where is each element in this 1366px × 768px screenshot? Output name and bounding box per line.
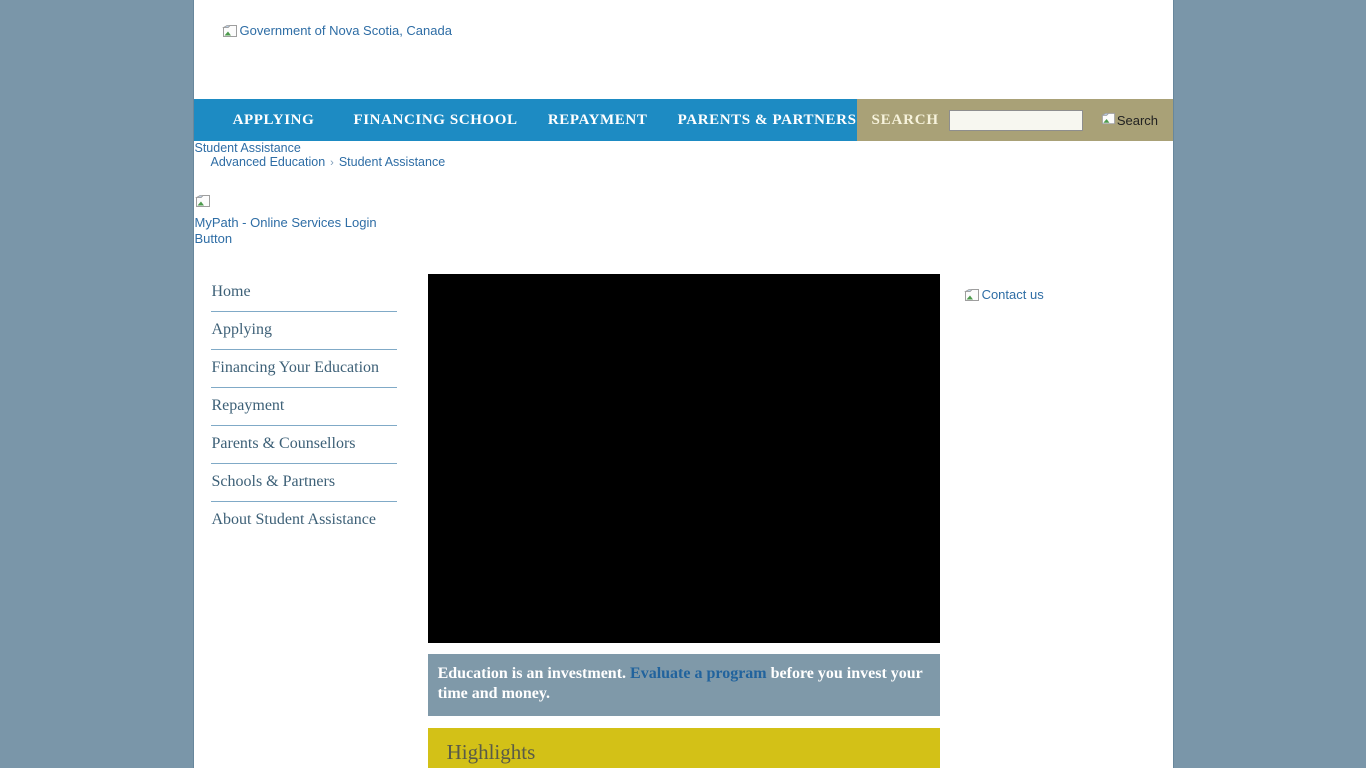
investment-banner: Education is an investment. Evaluate a p…: [428, 654, 940, 716]
sidebar-item-schools-partners[interactable]: Schools & Partners: [211, 464, 397, 502]
search-submit-button[interactable]: Search: [1101, 111, 1158, 129]
banner-text-before: Education is an investment.: [438, 665, 630, 682]
government-logo-link[interactable]: Government of Nova Scotia, Canada: [222, 23, 452, 43]
breadcrumb-student-assistance[interactable]: Student Assistance: [339, 155, 445, 169]
nav-item-parents-partners[interactable]: PARENTS & PARTNERS: [678, 99, 857, 141]
highlights-section: Highlights: [428, 728, 940, 768]
contact-us-alt-text: Contact us: [982, 287, 1044, 303]
right-column: Contact us: [964, 274, 1173, 308]
nav-item-financing-school[interactable]: FINANCING SCHOOL: [353, 99, 517, 141]
site-title-link[interactable]: Student Assistance: [195, 142, 301, 155]
search-input[interactable]: [949, 110, 1083, 131]
search-bar: SEARCH Search: [857, 99, 1173, 141]
highlights-title: Highlights: [438, 728, 929, 768]
search-button-alt-text: Search: [1117, 113, 1158, 128]
site-header: Government of Nova Scotia, Canada: [194, 0, 1173, 99]
government-logo-alt-text: Government of Nova Scotia, Canada: [240, 23, 452, 39]
breadcrumb: Student Assistance Advanced Education › St…: [194, 141, 1173, 170]
evaluate-program-link[interactable]: Evaluate a program: [630, 665, 767, 682]
center-column: Education is an investment. Evaluate a p…: [428, 274, 940, 768]
sidebar-item-parents-counsellors[interactable]: Parents & Counsellors: [211, 426, 397, 464]
sidebar-item-about-student-assistance[interactable]: About Student Assistance: [211, 502, 397, 539]
sidebar-item-home[interactable]: Home: [211, 274, 397, 312]
main-content: Home Applying Financing Your Education R…: [194, 274, 1173, 768]
mypath-login-link[interactable]: MyPath - Online Services Login Button: [195, 193, 400, 247]
breadcrumb-separator: ›: [330, 157, 334, 169]
broken-image-icon: [195, 193, 211, 213]
nav-item-repayment[interactable]: REPAYMENT: [518, 99, 678, 141]
breadcrumb-advanced-education[interactable]: Advanced Education: [211, 155, 326, 169]
search-label: SEARCH: [872, 112, 939, 129]
contact-us-link[interactable]: Contact us: [964, 287, 1044, 307]
page-wrapper: Government of Nova Scotia, Canada APPLYI…: [193, 0, 1174, 768]
main-navbar: APPLYING FINANCING SCHOOL REPAYMENT PARE…: [194, 99, 1173, 141]
sidebar-item-applying[interactable]: Applying: [211, 312, 397, 350]
sidebar-item-repayment[interactable]: Repayment: [211, 388, 397, 426]
broken-image-icon: [1101, 111, 1116, 129]
sidebar-item-financing-your-education[interactable]: Financing Your Education: [211, 350, 397, 388]
video-placeholder[interactable]: [428, 274, 940, 643]
mypath-alt-text: MyPath - Online Services Login Button: [195, 215, 400, 247]
broken-image-icon: [964, 287, 980, 307]
broken-image-icon: [222, 23, 238, 43]
nav-item-applying[interactable]: APPLYING: [194, 99, 354, 141]
nav-menu: APPLYING FINANCING SCHOOL REPAYMENT PARE…: [194, 99, 857, 141]
breadcrumb-trail: Advanced Education › Student Assistance: [195, 156, 1173, 170]
sidebar-menu: Home Applying Financing Your Education R…: [211, 274, 397, 539]
